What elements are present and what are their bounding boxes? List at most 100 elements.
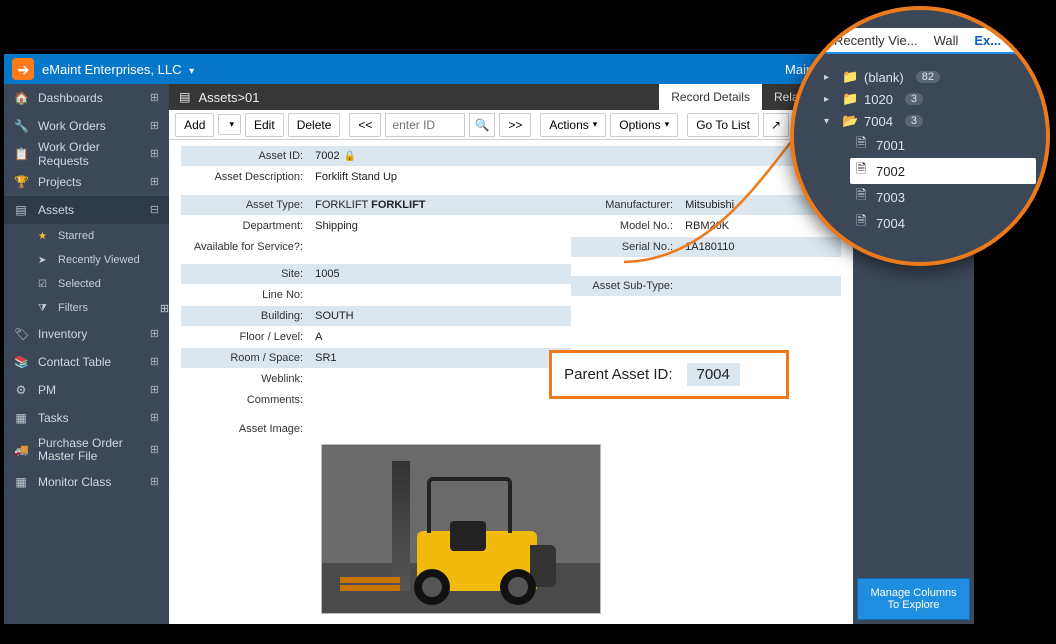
tree-leaf-7003[interactable]: 🗎7003 — [856, 184, 1036, 210]
mag-tab-recent[interactable]: Recently Vie... — [826, 33, 926, 48]
actions-dropdown[interactable]: Actions▾ — [540, 113, 606, 137]
sidebar-item-assets[interactable]: ▤Assets⊟ — [4, 196, 169, 224]
expand-icon[interactable]: ⊞ — [150, 443, 159, 456]
mag-tab-explorer[interactable]: Ex... — [966, 33, 1009, 48]
tab-record-details[interactable]: Record Details — [659, 84, 762, 110]
sidebar-item-worequests[interactable]: 📋Work Order Requests⊞ — [4, 140, 169, 168]
logo-icon — [12, 58, 34, 80]
tree-leaf-7001[interactable]: 🗎7001 — [856, 132, 1036, 158]
count-badge: 82 — [916, 71, 940, 83]
chevron-down-icon: ▾ — [824, 116, 834, 127]
sidebar-item-tasks[interactable]: ▦Tasks⊞ — [4, 404, 169, 432]
dept-label: Department: — [181, 220, 311, 232]
dept-value: Shipping — [311, 218, 571, 234]
document-icon: 🗎 — [856, 212, 868, 234]
sidebar: 🏠Dashboards⊞ 🔧Work Orders⊞ 📋Work Order R… — [4, 84, 169, 624]
weblink-value — [311, 377, 571, 381]
chevron-right-icon: ▸ — [824, 72, 834, 83]
gears-icon: ⚙ — [14, 383, 28, 397]
breadcrumb-text: Assets>01 — [198, 90, 259, 105]
edit-button[interactable]: Edit — [245, 113, 284, 137]
expand-icon[interactable]: ⊞ — [150, 175, 159, 188]
expand-icon[interactable]: ⊞ — [150, 475, 159, 488]
asset-image — [321, 444, 601, 614]
avail-label: Available for Service?: — [181, 241, 311, 253]
grid-icon: ▦ — [14, 475, 28, 489]
expand-icon[interactable]: ⊞ — [150, 411, 159, 424]
folder-icon: 📁 — [842, 69, 856, 85]
delete-button[interactable]: Delete — [288, 113, 341, 137]
line-value — [311, 293, 571, 297]
count-badge: 3 — [905, 115, 923, 127]
asset-image-label: Asset Image: — [181, 423, 311, 435]
asset-id-label: Asset ID: — [181, 150, 311, 162]
room-label: Room / Space: — [181, 352, 311, 364]
trophy-icon: 🏆 — [14, 175, 28, 189]
search-icon[interactable]: 🔍 — [469, 113, 495, 137]
sidebar-item-projects[interactable]: 🏆Projects⊞ — [4, 168, 169, 196]
lock-icon: 🔒 — [344, 151, 356, 162]
folder-icon: 📁 — [842, 91, 856, 107]
comments-label: Comments: — [181, 394, 311, 406]
document-icon: 🗎 — [856, 134, 868, 156]
clipboard-icon: 📋 — [14, 147, 28, 161]
manage-columns-button[interactable]: Manage Columns To Explore — [857, 578, 970, 620]
chevron-down-icon: ▾ — [593, 119, 598, 130]
sidebar-sub-recent[interactable]: ➤Recently Viewed — [4, 248, 169, 272]
count-badge: 3 — [905, 93, 923, 105]
collapse-icon[interactable]: ⊟ — [150, 203, 159, 216]
asset-desc-label: Asset Description: — [181, 171, 311, 183]
sidebar-sub-selected[interactable]: ☑Selected — [4, 272, 169, 296]
document-icon: 🗎 — [856, 160, 868, 182]
expand-icon[interactable]: ⊞ — [150, 355, 159, 368]
sidebar-item-monitor[interactable]: ▦Monitor Class⊞ — [4, 468, 169, 496]
magnifier-tabs: Recently Vie... Wall Ex... — [826, 28, 1038, 54]
expand-icon[interactable]: ⊞ — [150, 91, 159, 104]
asset-type-label: Asset Type: — [181, 199, 311, 211]
chevron-down-icon: ▾ — [189, 66, 194, 77]
building-value: SOUTH — [311, 308, 571, 324]
sidebar-item-inventory[interactable]: 🏷Inventory⊞ — [4, 320, 169, 348]
org-name-text: eMaint Enterprises, LLC — [42, 62, 181, 77]
asset-tree: ▸📁(blank)82 ▸📁10203 ▾📂70043 🗎7001 🗎7002 … — [824, 66, 1036, 236]
send-icon: ➤ — [38, 255, 50, 266]
sidebar-item-po[interactable]: 🚚Purchase Order Master File⊞ — [4, 432, 169, 468]
expand-icon[interactable]: ⊞ — [160, 302, 169, 315]
floor-value: A — [311, 329, 571, 345]
tree-node-1020[interactable]: ▸📁10203 — [824, 88, 1036, 110]
tree-magnifier: Recently Vie... Wall Ex... ▸📁(blank)82 ▸… — [790, 6, 1050, 266]
filter-icon: ⧩ — [38, 303, 50, 314]
avail-value — [311, 245, 571, 249]
org-dropdown[interactable]: eMaint Enterprises, LLC ▾ — [42, 62, 194, 77]
book-icon: 📚 — [14, 355, 28, 369]
tree-node-blank[interactable]: ▸📁(blank)82 — [824, 66, 1036, 88]
sidebar-sub-starred[interactable]: ★Starred — [4, 224, 169, 248]
add-button[interactable]: Add — [175, 113, 214, 137]
building-label: Building: — [181, 310, 311, 322]
enter-id-input[interactable] — [385, 113, 465, 137]
expand-icon[interactable]: ⊞ — [150, 383, 159, 396]
site-label: Site: — [181, 268, 311, 280]
tree-node-7004[interactable]: ▾📂70043 — [824, 110, 1036, 132]
sidebar-item-pm[interactable]: ⚙PM⊞ — [4, 376, 169, 404]
expand-icon[interactable]: ⊞ — [150, 327, 159, 340]
folder-open-icon: 📂 — [842, 113, 856, 129]
prev-record-button[interactable]: << — [349, 113, 381, 137]
sidebar-item-contact[interactable]: 📚Contact Table⊞ — [4, 348, 169, 376]
mag-tab-wall[interactable]: Wall — [926, 33, 967, 48]
callout-connector — [614, 260, 814, 262]
room-value: SR1 — [311, 350, 571, 366]
sidebar-sub-filters[interactable]: ⧩Filters⊞ — [4, 296, 169, 320]
add-dropdown[interactable]: ▾ — [218, 114, 241, 135]
expand-icon[interactable]: ⊞ — [150, 147, 159, 160]
next-record-button[interactable]: >> — [499, 113, 531, 137]
floor-label: Floor / Level: — [181, 331, 311, 343]
tree-leaf-7004[interactable]: 🗎7004 — [856, 210, 1036, 236]
comments-value — [311, 398, 571, 402]
sidebar-item-dashboards[interactable]: 🏠Dashboards⊞ — [4, 84, 169, 112]
document-icon: 🗎 — [856, 186, 868, 208]
sidebar-item-workorders[interactable]: 🔧Work Orders⊞ — [4, 112, 169, 140]
tree-leaf-7002[interactable]: 🗎7002 — [850, 158, 1036, 184]
chevron-down-icon: ▾ — [229, 119, 234, 130]
expand-icon[interactable]: ⊞ — [150, 119, 159, 132]
